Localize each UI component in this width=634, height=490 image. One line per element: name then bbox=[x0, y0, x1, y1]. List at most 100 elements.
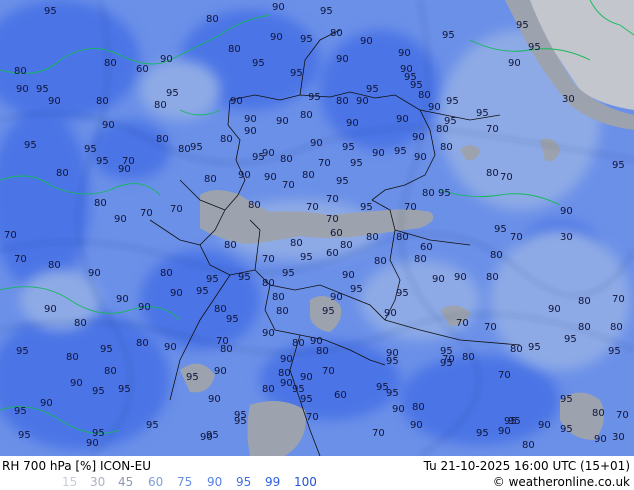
contour-value-label: 70 bbox=[486, 124, 499, 135]
valid-datetime: Tu 21-10-2025 16:00 UTC (15+01) bbox=[423, 459, 630, 473]
contour-value-label: 95 bbox=[612, 160, 625, 171]
contour-value-label: 90 bbox=[342, 270, 355, 281]
contour-value-label: 95 bbox=[146, 420, 159, 431]
contour-value-label: 80 bbox=[340, 240, 353, 251]
contour-value-label: 30 bbox=[560, 232, 573, 243]
contour-value-label: 95 bbox=[342, 142, 355, 153]
contour-value-label: 90 bbox=[310, 138, 323, 149]
contour-value-label: 90 bbox=[392, 404, 405, 415]
copyright-icon: © bbox=[492, 475, 505, 489]
contour-value-label: 95 bbox=[608, 346, 621, 357]
contour-value-label: 80 bbox=[490, 250, 503, 261]
contour-value-label: 80 bbox=[374, 256, 387, 267]
contour-value-label: 80 bbox=[592, 408, 605, 419]
contour-value-label: 70 bbox=[326, 194, 339, 205]
contour-value-label: 90 bbox=[300, 372, 313, 383]
contour-value-label: 60 bbox=[326, 248, 339, 259]
contour-value-label: 80 bbox=[486, 168, 499, 179]
contour-value-label: 95 bbox=[446, 96, 459, 107]
legend-value: 30 bbox=[90, 475, 106, 489]
contour-value-label: 90 bbox=[454, 272, 467, 283]
legend-value: 100 bbox=[294, 475, 317, 489]
contour-value-label: 80 bbox=[290, 238, 303, 249]
contour-value-label: 80 bbox=[156, 134, 169, 145]
contour-value-label: 95 bbox=[252, 152, 265, 163]
legend-value: 60 bbox=[148, 475, 164, 489]
contour-value-label: 95 bbox=[360, 202, 373, 213]
contour-value-label: 70 bbox=[306, 412, 319, 423]
legend-value: 75 bbox=[177, 475, 193, 489]
contour-value-label: 90 bbox=[102, 120, 115, 131]
contour-value-label: 90 bbox=[412, 132, 425, 143]
contour-value-label: 80 bbox=[510, 344, 523, 355]
contour-value-label: 90 bbox=[538, 420, 551, 431]
contour-value-label: 80 bbox=[302, 170, 315, 181]
contour-value-label: 80 bbox=[396, 232, 409, 243]
contour-value-label: 95 bbox=[336, 176, 349, 187]
contour-value-label: 30 bbox=[612, 432, 625, 443]
contour-value-label: 90 bbox=[244, 114, 257, 125]
contour-value-label: 80 bbox=[422, 188, 435, 199]
contour-value-label: 80 bbox=[366, 232, 379, 243]
contour-value-label: 90 bbox=[414, 152, 427, 163]
contour-value-label: 95 bbox=[234, 416, 247, 427]
contour-value-label: 90 bbox=[508, 58, 521, 69]
contour-value-label: 90 bbox=[48, 96, 61, 107]
contour-value-label: 80 bbox=[14, 66, 27, 77]
contour-value-label: 80 bbox=[206, 14, 219, 25]
contour-value-label: 80 bbox=[214, 304, 227, 315]
contour-value-label: 95 bbox=[494, 224, 507, 235]
contour-value-label: 95 bbox=[560, 394, 573, 405]
credit-link[interactable]: © weatheronline.co.uk bbox=[493, 475, 630, 489]
contour-value-label: 95 bbox=[18, 430, 31, 441]
contour-value-label: 90 bbox=[428, 102, 441, 113]
contour-value-label: 90 bbox=[88, 268, 101, 279]
contour-value-label: 95 bbox=[376, 382, 389, 393]
contour-value-label: 80 bbox=[462, 352, 475, 363]
contour-value-label: 70 bbox=[170, 204, 183, 215]
contour-value-label: 80 bbox=[292, 338, 305, 349]
contour-value-label: 80 bbox=[94, 198, 107, 209]
contour-value-label: 95 bbox=[394, 146, 407, 157]
contour-value-label: 80 bbox=[414, 254, 427, 265]
contour-value-label: 90 bbox=[264, 172, 277, 183]
contour-value-label: 80 bbox=[330, 28, 343, 39]
contour-value-label: 95 bbox=[442, 30, 455, 41]
contour-value-label: 60 bbox=[420, 242, 433, 253]
contour-value-label: 80 bbox=[578, 296, 591, 307]
contour-value-label: 80 bbox=[278, 368, 291, 379]
contour-value-label: 80 bbox=[522, 440, 535, 451]
contour-value-label: 95 bbox=[320, 6, 333, 17]
contour-value-label: 95 bbox=[386, 356, 399, 367]
contour-value-label: 70 bbox=[456, 318, 469, 329]
contour-value-label: 80 bbox=[336, 96, 349, 107]
contour-value-label: 70 bbox=[498, 370, 511, 381]
contour-value-label: 90 bbox=[164, 342, 177, 353]
contour-value-label: 95 bbox=[36, 84, 49, 95]
contour-value-label: 70 bbox=[404, 202, 417, 213]
contour-value-label: 95 bbox=[206, 274, 219, 285]
contour-value-label: 95 bbox=[186, 372, 199, 383]
contour-value-label: 80 bbox=[262, 384, 275, 395]
contour-value-label: 90 bbox=[86, 438, 99, 449]
contour-value-label: 90 bbox=[548, 304, 561, 315]
contour-value-label: 80 bbox=[160, 268, 173, 279]
contour-value-label: 95 bbox=[516, 20, 529, 31]
legend-value: 99 bbox=[265, 475, 281, 489]
contour-value-label: 80 bbox=[300, 110, 313, 121]
contour-value-label: 95 bbox=[508, 416, 521, 427]
contour-value-label: 80 bbox=[74, 318, 87, 329]
contour-value-label: 95 bbox=[396, 288, 409, 299]
contour-value-label: 70 bbox=[122, 156, 135, 167]
contour-value-label: 95 bbox=[564, 334, 577, 345]
contour-value-label: 70 bbox=[372, 428, 385, 439]
contour-value-label: 90 bbox=[160, 54, 173, 65]
contour-value-label: 80 bbox=[610, 322, 623, 333]
contour-value-label: 80 bbox=[66, 352, 79, 363]
contour-value-label: 95 bbox=[444, 116, 457, 127]
contour-value-label: 95 bbox=[438, 188, 451, 199]
contour-value-label: 80 bbox=[578, 322, 591, 333]
contour-value-label: 90 bbox=[330, 292, 343, 303]
contour-value-label: 95 bbox=[226, 314, 239, 325]
contour-value-label: 70 bbox=[306, 202, 319, 213]
